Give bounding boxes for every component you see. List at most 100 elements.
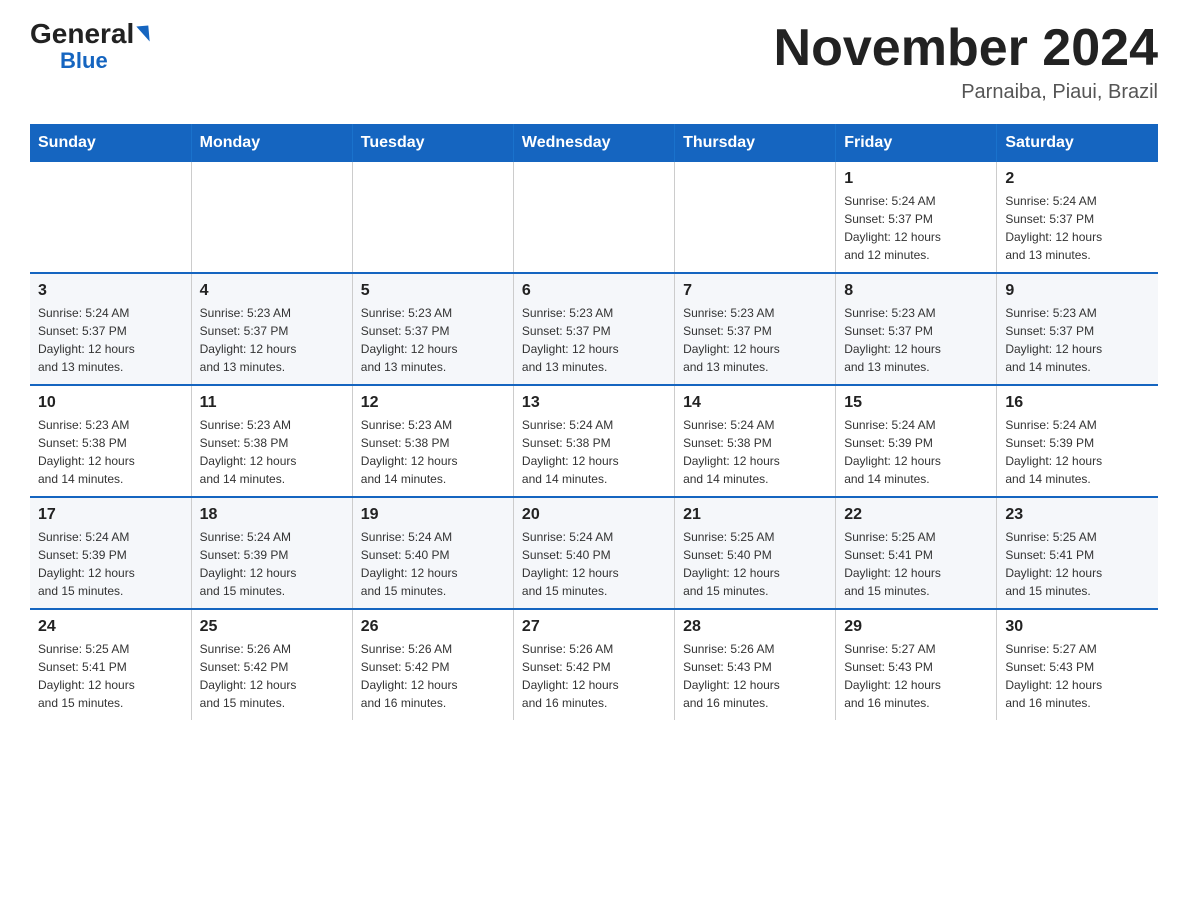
calendar-cell: 26 Sunrise: 5:26 AMSunset: 5:42 PMDayligh…: [352, 609, 513, 720]
calendar-cell: 11 Sunrise: 5:23 AMSunset: 5:38 PMDayligh…: [191, 385, 352, 497]
day-info: Sunrise: 5:23 AMSunset: 5:37 PMDaylight:…: [683, 304, 827, 376]
calendar-cell: 7 Sunrise: 5:23 AMSunset: 5:37 PMDaylight…: [675, 273, 836, 385]
day-info: Sunrise: 5:23 AMSunset: 5:37 PMDaylight:…: [200, 304, 344, 376]
day-number: 6: [522, 282, 666, 300]
day-number: 18: [200, 506, 344, 524]
day-number: 22: [844, 506, 988, 524]
location: Parnaiba, Piaui, Brazil: [774, 81, 1158, 104]
day-info: Sunrise: 5:24 AMSunset: 5:39 PMDaylight:…: [200, 528, 344, 600]
day-info: Sunrise: 5:25 AMSunset: 5:41 PMDaylight:…: [1005, 528, 1150, 600]
day-info: Sunrise: 5:25 AMSunset: 5:41 PMDaylight:…: [38, 640, 183, 712]
day-number: 20: [522, 506, 666, 524]
calendar-cell: 29 Sunrise: 5:27 AMSunset: 5:43 PMDayligh…: [836, 609, 997, 720]
calendar-cell: 30 Sunrise: 5:27 AMSunset: 5:43 PMDayligh…: [997, 609, 1158, 720]
day-info: Sunrise: 5:24 AMSunset: 5:37 PMDaylight:…: [1005, 192, 1150, 264]
header-monday: Monday: [191, 124, 352, 162]
calendar-cell: 17 Sunrise: 5:24 AMSunset: 5:39 PMDayligh…: [30, 497, 191, 609]
calendar-cell: 14 Sunrise: 5:24 AMSunset: 5:38 PMDayligh…: [675, 385, 836, 497]
calendar-cell: 23 Sunrise: 5:25 AMSunset: 5:41 PMDayligh…: [997, 497, 1158, 609]
calendar-cell: 16 Sunrise: 5:24 AMSunset: 5:39 PMDayligh…: [997, 385, 1158, 497]
day-info: Sunrise: 5:27 AMSunset: 5:43 PMDaylight:…: [844, 640, 988, 712]
header-sunday: Sunday: [30, 124, 191, 162]
day-number: 29: [844, 618, 988, 636]
header-wednesday: Wednesday: [513, 124, 674, 162]
day-info: Sunrise: 5:24 AMSunset: 5:38 PMDaylight:…: [683, 416, 827, 488]
day-info: Sunrise: 5:23 AMSunset: 5:38 PMDaylight:…: [38, 416, 183, 488]
day-number: 10: [38, 394, 183, 412]
day-info: Sunrise: 5:23 AMSunset: 5:38 PMDaylight:…: [200, 416, 344, 488]
calendar-cell: 9 Sunrise: 5:23 AMSunset: 5:37 PMDaylight…: [997, 273, 1158, 385]
calendar-week-5: 24 Sunrise: 5:25 AMSunset: 5:41 PMDayligh…: [30, 609, 1158, 720]
day-number: 23: [1005, 506, 1150, 524]
logo-blue-text: Blue: [60, 48, 108, 74]
day-info: Sunrise: 5:24 AMSunset: 5:39 PMDaylight:…: [844, 416, 988, 488]
calendar-cell: 1Sunrise: 5:24 AMSunset: 5:37 PMDaylight…: [836, 162, 997, 273]
calendar-week-4: 17 Sunrise: 5:24 AMSunset: 5:39 PMDayligh…: [30, 497, 1158, 609]
day-info: Sunrise: 5:26 AMSunset: 5:42 PMDaylight:…: [361, 640, 505, 712]
logo-general-text: General: [30, 20, 134, 48]
day-info: Sunrise: 5:25 AMSunset: 5:41 PMDaylight:…: [844, 528, 988, 600]
calendar-week-1: 1 Sunrise: 5:24 AMSunset: 5:37 PMDaylight…: [30, 162, 1158, 273]
day-number: 9: [1005, 282, 1150, 300]
day-number: 2: [1005, 170, 1150, 188]
day-info: Sunrise: 5:23 AMSunset: 5:37 PMDaylight:…: [844, 304, 988, 376]
header-saturday: Saturday: [997, 124, 1158, 162]
calendar-cell: 5 Sunrise: 5:23 AMSunset: 5:37 PMDaylight…: [352, 273, 513, 385]
calendar-cell: 15Sunrise: 5:24 AMSunset: 5:39 PMDayligh…: [836, 385, 997, 497]
day-number: 11: [200, 394, 344, 412]
calendar-cell: 21Sunrise: 5:25 AMSunset: 5:40 PMDayligh…: [675, 497, 836, 609]
calendar-cell: 13Sunrise: 5:24 AMSunset: 5:38 PMDayligh…: [513, 385, 674, 497]
calendar-cell: 25Sunrise: 5:26 AMSunset: 5:42 PMDayligh…: [191, 609, 352, 720]
calendar-cell: 3Sunrise: 5:24 AMSunset: 5:37 PMDaylight…: [30, 273, 191, 385]
header-thursday: Thursday: [675, 124, 836, 162]
month-title: November 2024: [774, 20, 1158, 77]
header-friday: Friday: [836, 124, 997, 162]
calendar-cell: [675, 162, 836, 273]
calendar-cell: 2 Sunrise: 5:24 AMSunset: 5:37 PMDaylight…: [997, 162, 1158, 273]
day-info: Sunrise: 5:23 AMSunset: 5:37 PMDaylight:…: [522, 304, 666, 376]
day-info: Sunrise: 5:26 AMSunset: 5:42 PMDaylight:…: [522, 640, 666, 712]
day-info: Sunrise: 5:27 AMSunset: 5:43 PMDaylight:…: [1005, 640, 1150, 712]
calendar-cell: [513, 162, 674, 273]
page-header: General Blue November 2024 Parnaiba, Pia…: [30, 20, 1158, 104]
day-number: 3: [38, 282, 183, 300]
calendar-cell: 20Sunrise: 5:24 AMSunset: 5:40 PMDayligh…: [513, 497, 674, 609]
weekday-header-row: Sunday Monday Tuesday Wednesday Thursday…: [30, 124, 1158, 162]
calendar-cell: [191, 162, 352, 273]
day-number: 25: [200, 618, 344, 636]
calendar-cell: [352, 162, 513, 273]
calendar-week-2: 3Sunrise: 5:24 AMSunset: 5:37 PMDaylight…: [30, 273, 1158, 385]
day-number: 30: [1005, 618, 1150, 636]
calendar-cell: 6 Sunrise: 5:23 AMSunset: 5:37 PMDaylight…: [513, 273, 674, 385]
day-number: 1: [844, 170, 988, 188]
logo: General Blue: [30, 20, 149, 74]
calendar-cell: 4 Sunrise: 5:23 AMSunset: 5:37 PMDaylight…: [191, 273, 352, 385]
header-tuesday: Tuesday: [352, 124, 513, 162]
day-number: 7: [683, 282, 827, 300]
calendar-cell: [30, 162, 191, 273]
day-number: 4: [200, 282, 344, 300]
day-info: Sunrise: 5:23 AMSunset: 5:37 PMDaylight:…: [1005, 304, 1150, 376]
calendar-cell: 19Sunrise: 5:24 AMSunset: 5:40 PMDayligh…: [352, 497, 513, 609]
day-number: 27: [522, 618, 666, 636]
calendar-cell: 24 Sunrise: 5:25 AMSunset: 5:41 PMDayligh…: [30, 609, 191, 720]
calendar-cell: 12Sunrise: 5:23 AMSunset: 5:38 PMDayligh…: [352, 385, 513, 497]
day-number: 5: [361, 282, 505, 300]
calendar-cell: 18 Sunrise: 5:24 AMSunset: 5:39 PMDayligh…: [191, 497, 352, 609]
calendar-week-3: 10 Sunrise: 5:23 AMSunset: 5:38 PMDayligh…: [30, 385, 1158, 497]
day-info: Sunrise: 5:24 AMSunset: 5:39 PMDaylight:…: [38, 528, 183, 600]
day-info: Sunrise: 5:26 AMSunset: 5:43 PMDaylight:…: [683, 640, 827, 712]
day-number: 17: [38, 506, 183, 524]
day-number: 8: [844, 282, 988, 300]
day-number: 19: [361, 506, 505, 524]
day-number: 16: [1005, 394, 1150, 412]
calendar-table: Sunday Monday Tuesday Wednesday Thursday…: [30, 124, 1158, 720]
day-number: 14: [683, 394, 827, 412]
day-info: Sunrise: 5:25 AMSunset: 5:40 PMDaylight:…: [683, 528, 827, 600]
day-info: Sunrise: 5:24 AMSunset: 5:39 PMDaylight:…: [1005, 416, 1150, 488]
day-info: Sunrise: 5:24 AMSunset: 5:38 PMDaylight:…: [522, 416, 666, 488]
title-section: November 2024 Parnaiba, Piaui, Brazil: [774, 20, 1158, 104]
day-number: 24: [38, 618, 183, 636]
day-number: 26: [361, 618, 505, 636]
day-info: Sunrise: 5:23 AMSunset: 5:37 PMDaylight:…: [361, 304, 505, 376]
